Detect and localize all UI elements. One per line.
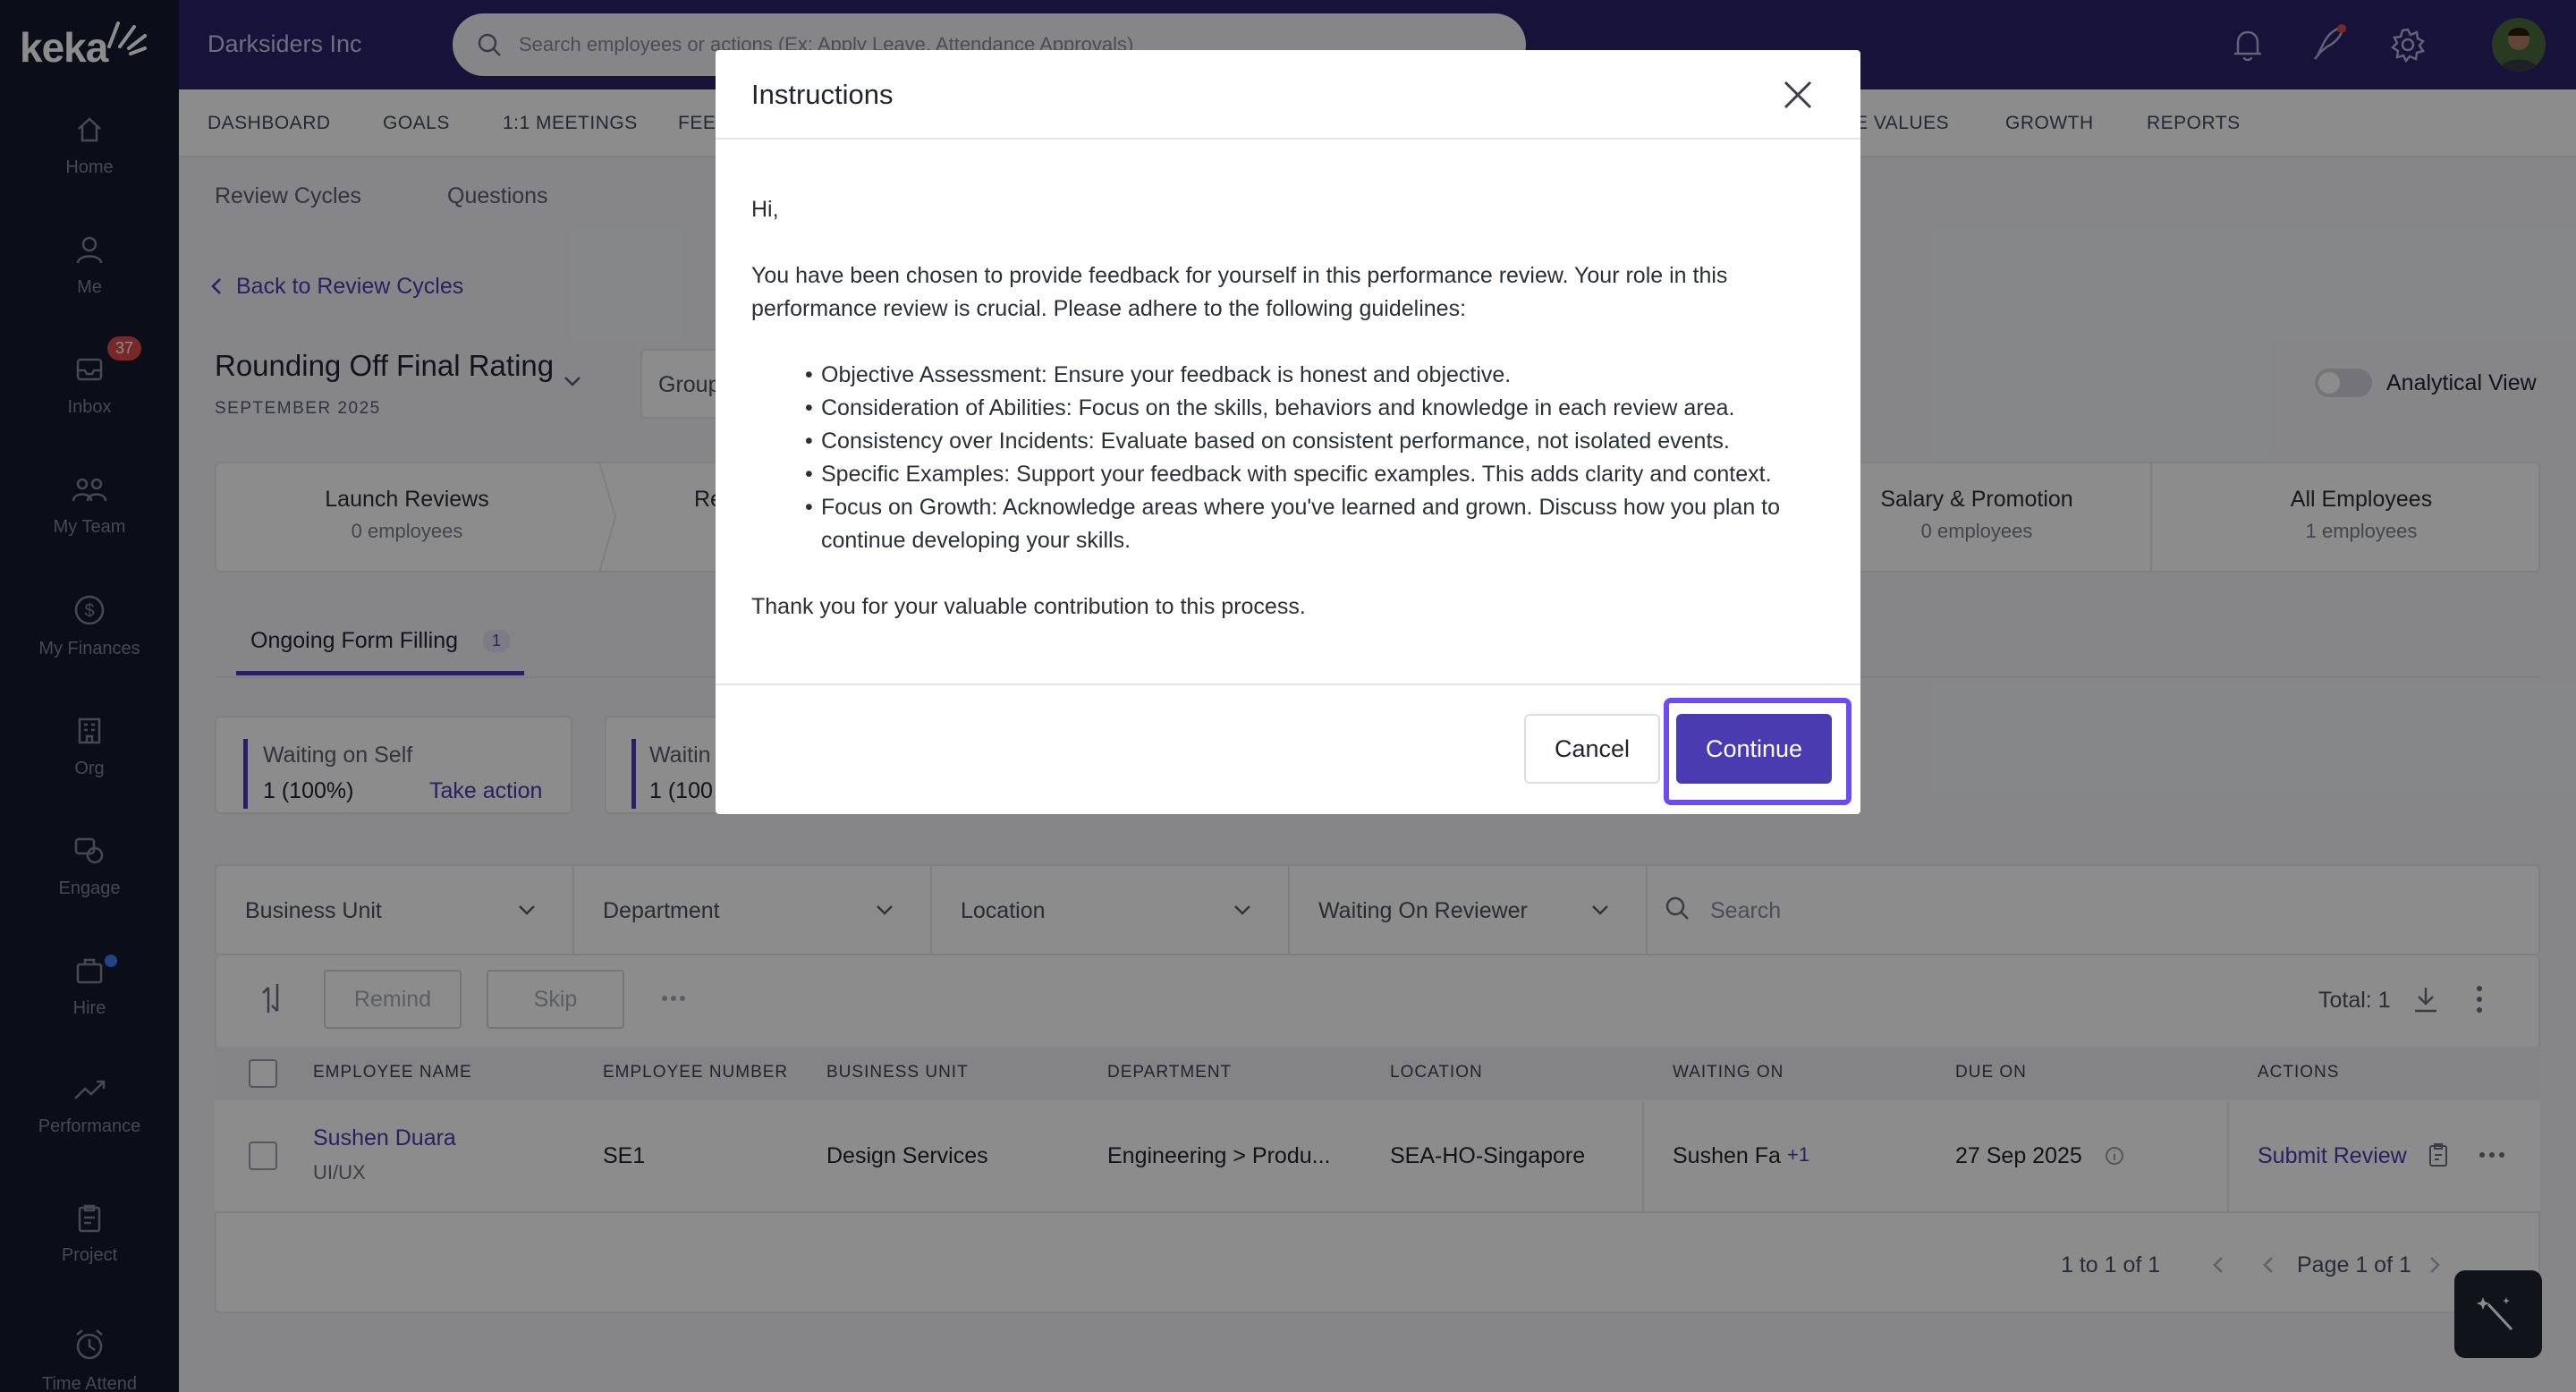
- guideline-item: Focus on Growth: Acknowledge areas where…: [805, 491, 1825, 557]
- guidelines-list: Objective Assessment: Ensure your feedba…: [805, 359, 1825, 557]
- modal-closing: Thank you for your valuable contribution…: [751, 594, 1306, 619]
- guideline-item: Consistency over Incidents: Evaluate bas…: [805, 425, 1825, 458]
- modal-header-divider: [716, 138, 1860, 140]
- modal-intro: You have been chosen to provide feedback…: [751, 263, 1728, 321]
- guideline-item: Consideration of Abilities: Focus on the…: [805, 392, 1825, 425]
- modal-title: Instructions: [751, 79, 894, 110]
- modal-greeting: Hi,: [751, 197, 779, 222]
- modal-body: Hi, You have been chosen to provide feed…: [751, 193, 1825, 624]
- guideline-item: Objective Assessment: Ensure your feedba…: [805, 359, 1825, 392]
- modal-footer-divider: [716, 683, 1860, 685]
- continue-button[interactable]: Continue: [1676, 714, 1832, 784]
- cancel-button[interactable]: Cancel: [1524, 714, 1660, 784]
- instructions-modal: Instructions Hi, You have been chosen to…: [716, 50, 1860, 814]
- guideline-item: Specific Examples: Support your feedback…: [805, 458, 1825, 491]
- close-icon[interactable]: [1780, 77, 1816, 113]
